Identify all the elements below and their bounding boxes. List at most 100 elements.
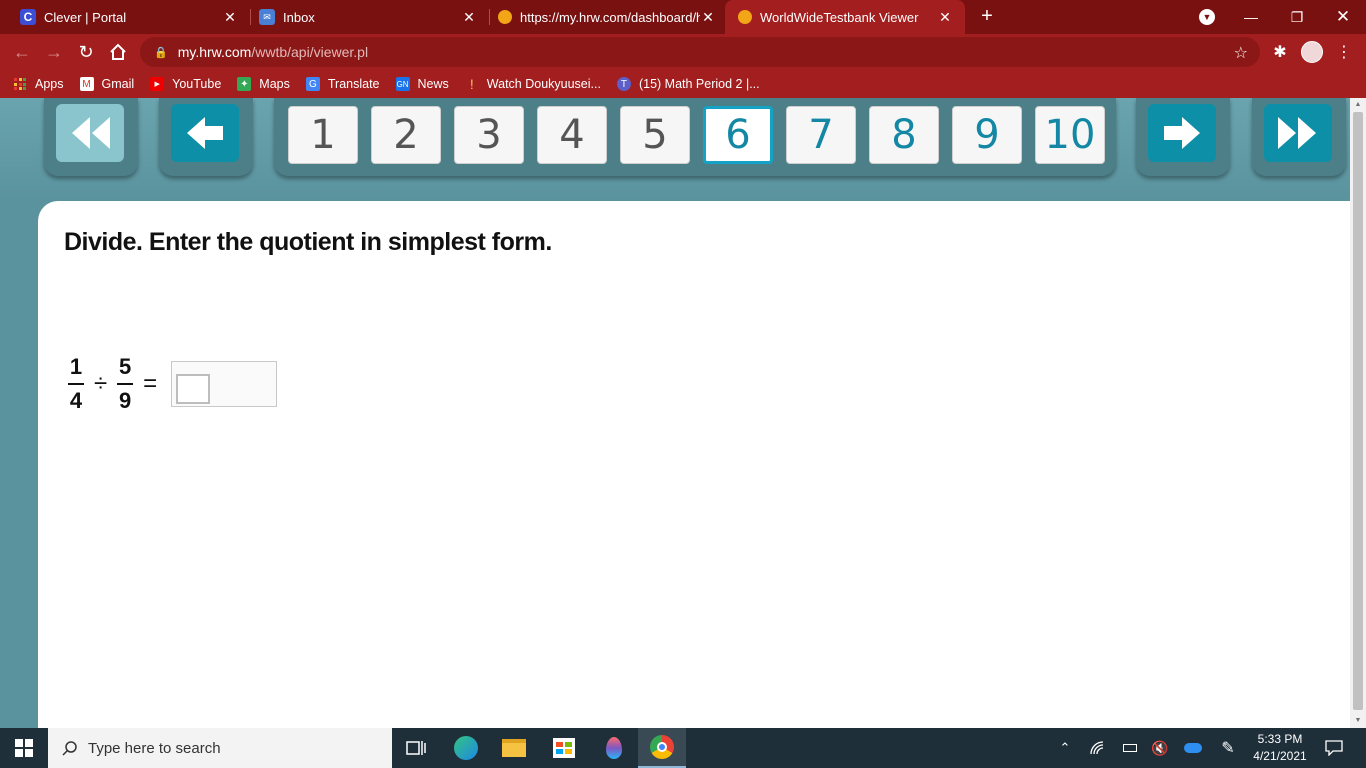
answer-input-slot[interactable] [176, 374, 211, 404]
page-button-3[interactable]: 3 [454, 106, 524, 164]
bookmark-news[interactable]: GN News [395, 77, 449, 91]
onedrive-icon[interactable] [1180, 728, 1206, 768]
bookmark-apps[interactable]: Apps [14, 77, 64, 91]
numerator: 5 [119, 354, 132, 379]
avatar[interactable] [1300, 38, 1324, 66]
start-button[interactable] [0, 728, 48, 768]
bookmark-label: YouTube [172, 77, 222, 91]
chrome-button[interactable] [638, 728, 686, 768]
file-explorer-button[interactable] [490, 728, 538, 768]
page-button-7[interactable]: 7 [786, 106, 856, 164]
denominator: 4 [69, 388, 83, 413]
close-icon[interactable]: ✕ [937, 9, 953, 26]
first-question-button[interactable] [56, 104, 124, 162]
hrw-icon [738, 10, 752, 24]
fraction-one: 1 4 [66, 353, 86, 415]
home-button[interactable] [104, 38, 132, 66]
tab-clever[interactable]: C Clever | Portal ✕ [0, 0, 250, 34]
bookmark-maps[interactable]: ✦ Maps [237, 77, 290, 91]
new-tab-button[interactable]: + [976, 5, 998, 27]
store-button[interactable] [540, 728, 588, 768]
next-question-button[interactable] [1148, 104, 1216, 162]
url-host: my.hrw.com [177, 44, 252, 60]
maps-icon: ✦ [237, 77, 252, 91]
bookmark-label: (15) Math Period 2 |... [638, 77, 760, 91]
answer-field[interactable] [171, 361, 278, 407]
bookmark-label: Translate [327, 77, 380, 91]
inbox-icon: ✉ [259, 9, 275, 25]
paint-app-button[interactable] [590, 728, 638, 768]
back-button[interactable]: ← [8, 38, 36, 66]
last-question-button[interactable] [1264, 104, 1332, 162]
page-button-5[interactable]: 5 [620, 106, 690, 164]
page-button-1[interactable]: 1 [288, 106, 358, 164]
division-expression: 1 4 ÷ 5 9 = [66, 349, 278, 419]
forward-button[interactable]: → [40, 38, 68, 66]
previous-question-button[interactable] [171, 104, 239, 162]
bookmark-label: Gmail [101, 77, 135, 91]
bookmark-translate[interactable]: G Translate [305, 77, 380, 91]
page-button-2[interactable]: 2 [371, 106, 441, 164]
task-view-button[interactable] [392, 728, 440, 768]
search-icon [62, 741, 77, 756]
denominator: 9 [119, 388, 132, 413]
bookmark-teams[interactable]: T (15) Math Period 2 |... [616, 77, 760, 91]
close-icon[interactable]: ✕ [700, 9, 716, 26]
divide-sign: ÷ [94, 370, 108, 397]
edge-button[interactable] [442, 728, 490, 768]
scrollbar-thumb[interactable] [1353, 112, 1363, 710]
news-icon: GN [395, 77, 410, 91]
tab-hrw-dashboard[interactable]: https://my.hrw.com/dashboard/h ✕ [478, 0, 728, 34]
page-button-10[interactable]: 10 [1035, 106, 1105, 164]
numerator: 1 [69, 354, 83, 379]
tab-inbox[interactable]: ✉ Inbox ✕ [239, 0, 489, 34]
tab-search-icon[interactable]: ▼ [1199, 9, 1215, 25]
battery-icon[interactable] [1118, 728, 1142, 768]
system-clock[interactable]: 5:33 PM 4/21/2021 [1246, 731, 1314, 765]
youtube-icon: ▶ [150, 77, 165, 91]
close-window-button[interactable]: ✕ [1320, 0, 1366, 34]
page-button-9[interactable]: 9 [952, 106, 1022, 164]
bookmark-watch[interactable]: ǃ Watch Doukyuusei... [465, 76, 601, 92]
bookmark-label: News [417, 77, 449, 91]
reload-button[interactable]: ↻ [72, 38, 100, 66]
teams-icon: T [616, 77, 631, 91]
restore-button[interactable]: ❐ [1274, 0, 1320, 34]
wifi-icon[interactable] [1086, 728, 1110, 768]
address-bar[interactable]: 🔒 my.hrw.com/wwtb/api/viewer.pl ☆ [140, 37, 1260, 67]
first-button-frame [44, 98, 138, 176]
vertical-scrollbar[interactable]: ▲ ▼ [1350, 98, 1366, 728]
volume-muted-icon[interactable]: 🔇 [1148, 728, 1172, 768]
right-arrow-icon [1164, 117, 1200, 149]
left-arrow-icon [187, 117, 223, 149]
taskbar-search[interactable]: Type here to search [48, 728, 392, 768]
notifications-icon[interactable] [1320, 728, 1348, 768]
double-left-arrow-icon [72, 117, 110, 149]
next-button-frame [1136, 98, 1230, 176]
translate-icon: G [305, 77, 320, 91]
close-icon[interactable]: ✕ [461, 9, 477, 26]
bookmark-gmail[interactable]: M Gmail [79, 77, 135, 91]
page-button-8[interactable]: 8 [869, 106, 939, 164]
search-placeholder: Type here to search [88, 739, 221, 757]
show-hidden-icons[interactable]: ⌃ [1054, 728, 1076, 768]
fraction-two: 5 9 [115, 353, 135, 415]
edge-icon [454, 736, 478, 760]
scroll-down-icon[interactable]: ▼ [1353, 716, 1363, 726]
menu-icon[interactable]: ⋮ [1334, 38, 1354, 66]
browser-toolbar: ← → ↻ 🔒 my.hrw.com/wwtb/api/viewer.pl ☆ … [0, 34, 1366, 70]
bookmark-youtube[interactable]: ▶ YouTube [150, 77, 221, 91]
close-icon[interactable]: ✕ [222, 9, 238, 26]
page-button-4[interactable]: 4 [537, 106, 607, 164]
minimize-button[interactable]: — [1228, 0, 1274, 34]
folder-icon [502, 739, 526, 757]
home-icon [110, 43, 126, 60]
page-button-6[interactable]: 6 [703, 106, 773, 164]
bookmark-star-icon[interactable]: ☆ [1234, 43, 1248, 63]
scroll-up-icon[interactable]: ▲ [1353, 100, 1363, 110]
tab-testbank-viewer[interactable]: WorldWideTestbank Viewer ✕ [725, 0, 965, 34]
extensions-icon[interactable]: ✱ [1268, 38, 1292, 66]
fraction-bar [117, 383, 134, 385]
store-icon [553, 738, 575, 758]
pen-workspace-icon[interactable]: ✎ [1216, 728, 1240, 768]
